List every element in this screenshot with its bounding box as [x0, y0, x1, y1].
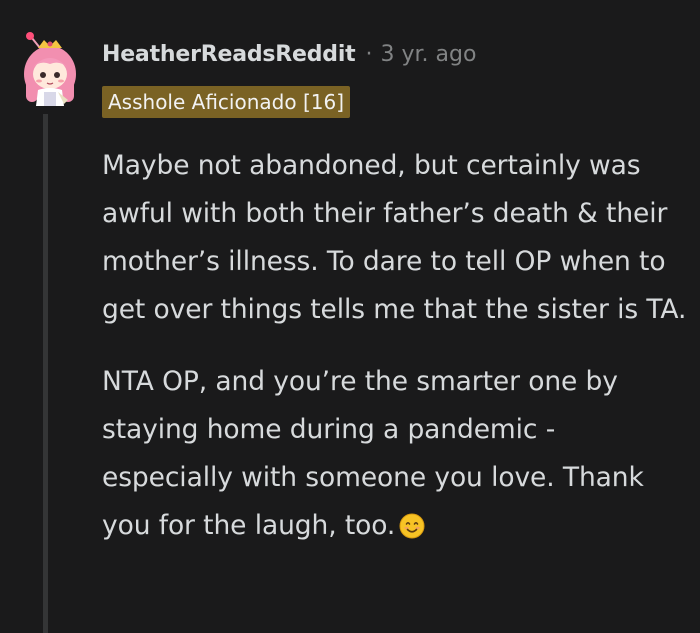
comment-body: Maybe not abandoned, but certainly was a…	[102, 142, 692, 555]
avatar-icon[interactable]	[18, 30, 82, 108]
timestamp[interactable]: 3 yr. ago	[381, 42, 477, 67]
comment-header: HeatherReadsReddit · 3 yr. ago	[102, 36, 476, 72]
user-flair: Asshole Aficionado [16]	[102, 86, 350, 118]
comment-paragraph: Maybe not abandoned, but certainly was a…	[102, 150, 687, 325]
smiling-face-icon	[399, 507, 425, 555]
thread-line[interactable]	[43, 114, 48, 633]
comment-paragraph-text: NTA OP, and you’re the smarter one by st…	[102, 366, 644, 541]
comment: HeatherReadsReddit · 3 yr. ago Asshole A…	[0, 0, 700, 633]
meta-separator: ·	[365, 41, 373, 67]
comment-paragraph-last: NTA OP, and you’re the smarter one by st…	[102, 358, 692, 555]
username-link[interactable]: HeatherReadsReddit	[102, 42, 356, 67]
